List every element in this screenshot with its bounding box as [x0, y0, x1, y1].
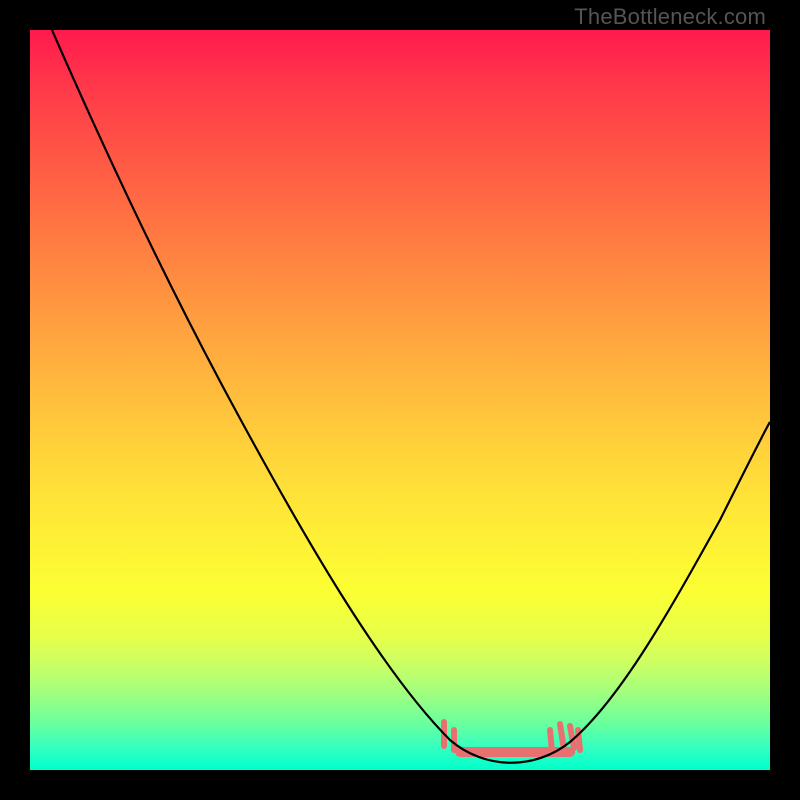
bottleneck-curve: [52, 30, 770, 763]
chart-frame: TheBottleneck.com: [0, 0, 800, 800]
plot-area: [30, 30, 770, 770]
curve-svg: [30, 30, 770, 770]
watermark-text: TheBottleneck.com: [574, 4, 766, 30]
optimal-range-highlight: [444, 722, 580, 752]
